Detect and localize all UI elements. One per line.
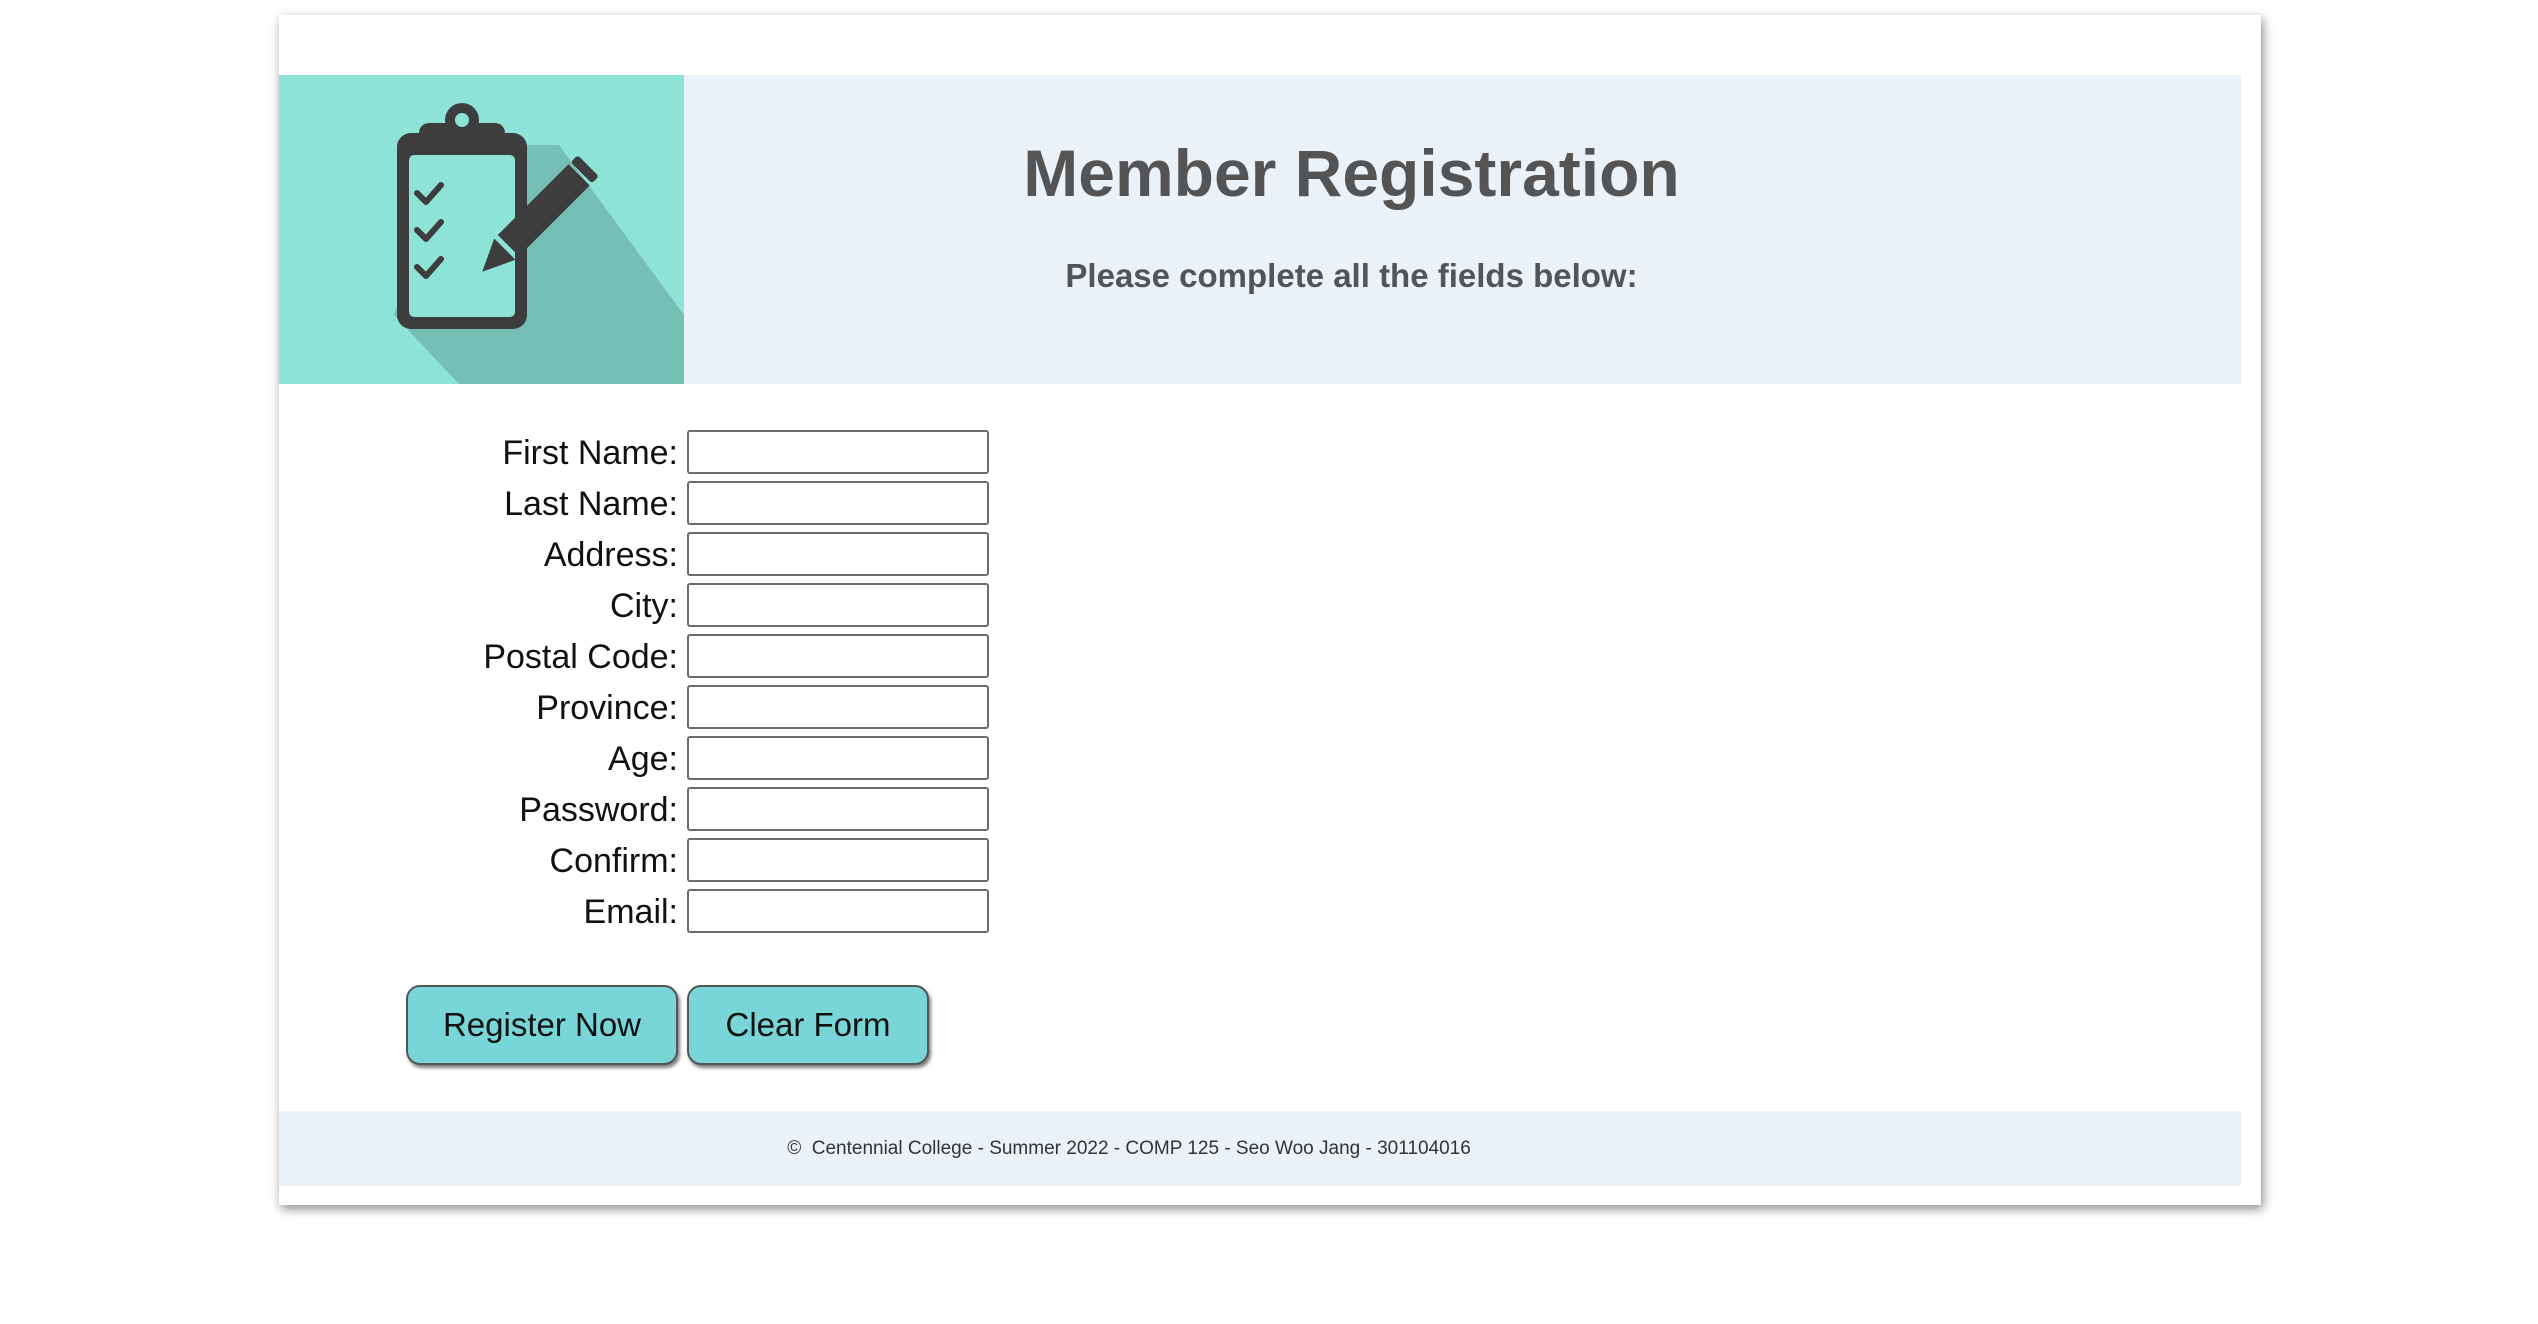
password-label: Password:	[519, 791, 678, 829]
address-label: Address:	[543, 536, 678, 574]
page-subtitle: Please complete all the fields below:	[1065, 257, 1638, 294]
email-input[interactable]	[687, 889, 989, 933]
city-input[interactable]	[687, 583, 989, 627]
province-label: Province:	[536, 689, 678, 727]
age-input[interactable]	[687, 736, 989, 780]
email-label: Email:	[583, 893, 678, 931]
first-name-label: First Name:	[502, 434, 678, 472]
register-now-button[interactable]: Register Now	[406, 985, 678, 1065]
footer-text: © Centennial College - Summer 2022 - COM…	[279, 1111, 1979, 1186]
logo-panel	[279, 75, 684, 384]
confirm-password-input[interactable]	[687, 838, 989, 882]
footer: © Centennial College - Summer 2022 - COM…	[279, 1111, 2241, 1186]
postal-code-input[interactable]	[687, 634, 989, 678]
header-banner: Member Registration Please complete all …	[279, 75, 2241, 384]
last-name-label: Last Name:	[504, 485, 678, 523]
confirm-label: Confirm:	[549, 842, 678, 880]
copyright-symbol: ©	[787, 1138, 802, 1159]
password-input[interactable]	[687, 787, 989, 831]
province-input[interactable]	[687, 685, 989, 729]
postal-code-label: Postal Code:	[483, 638, 678, 676]
age-label: Age:	[608, 740, 678, 778]
footer-credits: Centennial College - Summer 2022 - COMP …	[811, 1138, 1471, 1159]
page-container: Member Registration Please complete all …	[279, 15, 2261, 1205]
clear-form-button[interactable]: Clear Form	[687, 985, 929, 1065]
city-label: City:	[610, 587, 678, 625]
first-name-input[interactable]	[687, 430, 989, 474]
address-input[interactable]	[687, 532, 989, 576]
clipboard-checklist-pencil-icon	[394, 103, 684, 384]
page-title: Member Registration	[1023, 136, 1680, 210]
last-name-input[interactable]	[687, 481, 989, 525]
